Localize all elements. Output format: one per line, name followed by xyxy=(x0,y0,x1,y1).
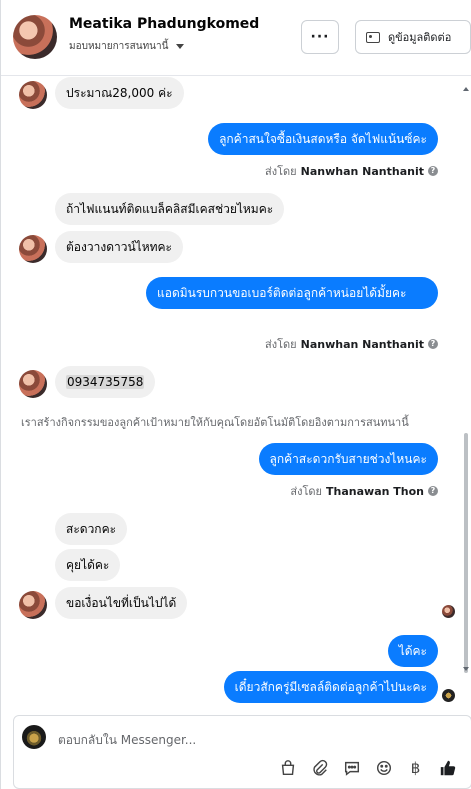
outgoing-message[interactable]: ลูกค้าสะดวกรับสายช่วงไหนคะ xyxy=(258,443,438,475)
incoming-message[interactable]: สะดวกคะ xyxy=(55,513,128,545)
reply-composer: ฿ xyxy=(13,715,471,789)
chat-bubble-icon[interactable] xyxy=(342,758,361,777)
reply-input[interactable] xyxy=(58,730,438,750)
page-avatar xyxy=(22,725,46,749)
incoming-message[interactable]: ต้องวางดาวน์ไหทคะ xyxy=(55,231,183,263)
baht-icon[interactable]: ฿ xyxy=(406,758,425,777)
sender-avatar xyxy=(19,81,47,109)
sender-avatar xyxy=(19,370,47,398)
contact-name[interactable]: Meatika Phadungkomed xyxy=(69,16,259,32)
incoming-message[interactable]: ถ้าไฟแนนท์ติดแบล็คลิสมีเคสช่วยไหมคะ xyxy=(55,193,285,225)
sender-avatar xyxy=(19,235,47,263)
outgoing-message[interactable]: เดี๋ยวสักครู่มีเซลล์ติดต่อลูกค้าไปนะคะ xyxy=(223,671,438,703)
sent-by-prefix: ส่งโดย xyxy=(290,485,323,498)
paperclip-icon[interactable] xyxy=(310,758,329,777)
assign-conversation-dropdown[interactable]: มอบหมายการสนทนานี้ xyxy=(69,39,185,54)
incoming-message[interactable]: คุยได้คะ xyxy=(55,549,121,581)
contact-avatar[interactable] xyxy=(13,15,57,59)
scroll-down-icon[interactable] xyxy=(463,667,469,671)
sent-by-prefix: ส่งโดย xyxy=(265,165,297,178)
sent-by-name: Thanawan Thon xyxy=(326,484,424,498)
help-icon[interactable]: ? xyxy=(428,166,438,176)
scrollbar-thumb[interactable] xyxy=(464,433,468,673)
conversation-panel: Meatika Phadungkomed มอบหมายการสนทนานี้ … xyxy=(0,0,471,789)
assign-label: มอบหมายการสนทนานี้ xyxy=(69,41,169,52)
incoming-message[interactable]: ประมาณ28,000 ค่ะ xyxy=(55,77,184,109)
shopping-bag-icon[interactable] xyxy=(278,758,297,777)
sent-by-label: ส่งโดย Nanwhan Nanthanit ? xyxy=(265,335,438,353)
composer-toolbar: ฿ xyxy=(278,758,457,777)
sent-by-name: Nanwhan Nanthanit xyxy=(300,337,424,351)
seen-avatar xyxy=(442,689,455,702)
sent-by-prefix: ส่งโดย xyxy=(265,338,297,351)
conversation-header: Meatika Phadungkomed มอบหมายการสนทนานี้ … xyxy=(1,0,471,76)
seen-avatar xyxy=(442,605,455,618)
sent-by-name: Nanwhan Nanthanit xyxy=(300,164,424,178)
sent-by-label: ส่งโดย Nanwhan Nanthanit ? xyxy=(265,162,438,180)
thumbs-up-icon[interactable] xyxy=(438,758,457,777)
help-icon[interactable]: ? xyxy=(428,339,438,349)
sender-avatar xyxy=(19,591,47,619)
scroll-up-icon[interactable] xyxy=(463,87,469,91)
more-options-button[interactable]: ··· xyxy=(301,20,339,54)
view-contact-label: ดูข้อมูลติดต่อ xyxy=(388,31,452,44)
incoming-message-phone[interactable]: 0934735758 xyxy=(55,366,156,398)
smiley-icon[interactable] xyxy=(374,758,393,777)
phone-number[interactable]: 0934735758 xyxy=(66,375,145,389)
caret-down-icon xyxy=(176,44,185,49)
incoming-message[interactable]: ขอเงื่อนไขที่เป็นไปได้ xyxy=(55,587,188,619)
system-note: เราสร้างกิจกรรมของลูกค้าเป้าหมายให้กับคุ… xyxy=(21,416,409,429)
message-list[interactable]: ประมาณ28,000 ค่ะ ลูกค้าสนใจซื้อเงินสดหรื… xyxy=(1,77,471,711)
contact-card-icon xyxy=(366,31,380,43)
view-contact-button[interactable]: ดูข้อมูลติดต่อ xyxy=(355,20,471,54)
outgoing-message[interactable]: ได้คะ xyxy=(387,635,438,667)
sent-by-label: ส่งโดย Thanawan Thon ? xyxy=(290,482,438,500)
outgoing-message[interactable]: ลูกค้าสนใจซื้อเงินสดหรือ จัดไฟแน้นซ์คะ xyxy=(208,123,438,155)
outgoing-message[interactable]: แอดมินรบกวนขอเบอร์ติดต่อลูกค้าหน่อยได้มั… xyxy=(146,277,438,309)
help-icon[interactable]: ? xyxy=(428,486,438,496)
